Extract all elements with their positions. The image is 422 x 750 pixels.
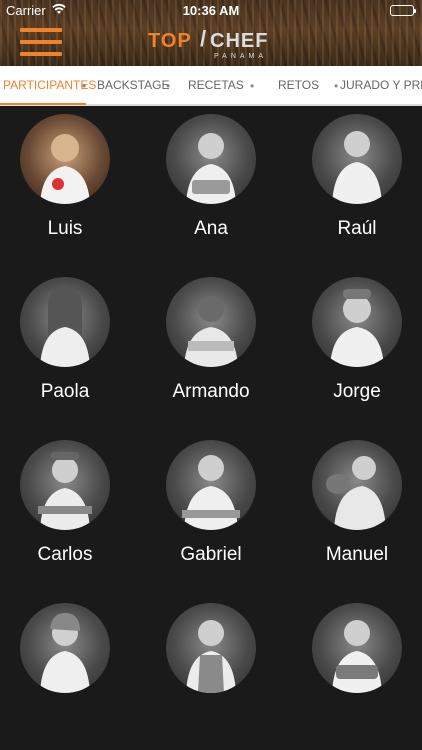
- status-bar: Carrier 10:36 AM: [0, 0, 422, 22]
- participant-photo: [166, 603, 256, 693]
- knife-icon: /: [200, 26, 207, 51]
- participant-photo: [20, 440, 110, 530]
- participant-photo: [312, 603, 402, 693]
- logo-chef: CHEF: [210, 30, 269, 52]
- top-chef-logo: TOP / CHEF PANAMA: [148, 24, 278, 62]
- participant-name: Carlos: [37, 544, 93, 565]
- participant-photo: [312, 114, 402, 204]
- participant-card[interactable]: Raúl: [302, 106, 412, 256]
- tab-recetas[interactable]: RECETAS: [188, 78, 244, 92]
- participant-photo: [312, 440, 402, 530]
- app-header: Carrier 10:36 AM TOP / CHEF PANAMA: [0, 0, 422, 66]
- active-tab-indicator: [0, 103, 86, 105]
- participant-name: Gabriel: [180, 544, 242, 565]
- clock: 10:36 AM: [182, 3, 240, 18]
- participant-card[interactable]: [302, 595, 412, 745]
- tab-bar: PARTICIPANTES • BACKSTAGE • RECETAS • RE…: [0, 66, 422, 106]
- tab-separator-dot: •: [334, 79, 339, 93]
- participant-card[interactable]: Paola: [10, 269, 120, 419]
- logo-top: TOP: [148, 30, 192, 52]
- tab-backstage[interactable]: BACKSTAGE: [97, 78, 169, 92]
- hamburger-menu-icon[interactable]: [20, 28, 62, 58]
- participant-name: Jorge: [333, 381, 381, 402]
- participant-name: Ana: [194, 218, 228, 239]
- participant-card[interactable]: [10, 595, 120, 745]
- participant-name: Luis: [47, 218, 83, 239]
- participant-name: Armando: [172, 381, 250, 402]
- tab-jurado[interactable]: JURADO Y PRE...: [340, 78, 422, 92]
- participant-photo: [20, 603, 110, 693]
- participant-card[interactable]: Ana: [156, 106, 266, 256]
- participant-card[interactable]: Manuel: [302, 432, 412, 582]
- participant-name: Paola: [40, 381, 90, 402]
- participant-photo: [20, 277, 110, 367]
- participant-card[interactable]: [156, 595, 266, 745]
- battery-icon: [390, 5, 416, 16]
- participant-name: Raúl: [337, 218, 377, 239]
- participant-card[interactable]: Armando: [156, 269, 266, 419]
- participant-card[interactable]: Luis: [10, 106, 120, 256]
- participant-name: Manuel: [325, 544, 389, 565]
- tab-separator-dot: •: [82, 79, 87, 93]
- participant-photo: [312, 277, 402, 367]
- participant-photo: [166, 277, 256, 367]
- tab-retos[interactable]: RETOS: [278, 78, 319, 92]
- logo-country: PANAMA: [214, 53, 268, 60]
- participant-photo: [166, 114, 256, 204]
- tab-separator-dot: •: [250, 79, 255, 93]
- participant-photo: [166, 440, 256, 530]
- participant-card[interactable]: Gabriel: [156, 432, 266, 582]
- participant-photo: [20, 114, 110, 204]
- participant-card[interactable]: Jorge: [302, 269, 412, 419]
- participant-card[interactable]: Carlos: [10, 432, 120, 582]
- tab-separator-dot: •: [166, 79, 171, 93]
